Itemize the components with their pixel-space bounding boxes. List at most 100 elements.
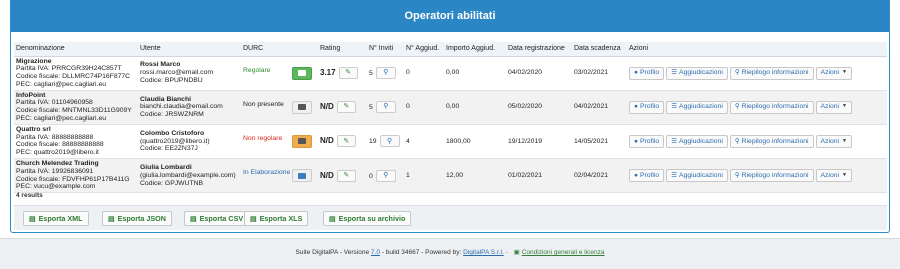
- azioni-label: Azioni: [820, 103, 840, 111]
- riepilogo-button[interactable]: ⚲ Riepilogo informazioni: [729, 66, 814, 80]
- profilo-button[interactable]: ● Profilo: [629, 169, 665, 183]
- durc-button[interactable]: [292, 66, 312, 80]
- export-json-label: Esporta JSON: [117, 214, 166, 223]
- azioni-dropdown[interactable]: Azioni ▼: [815, 100, 852, 114]
- data-registrazione-value: 01/02/2021: [506, 158, 572, 194]
- export-csv-button[interactable]: ▤ Esporta CSV: [184, 211, 250, 226]
- col-durc[interactable]: DURC: [241, 42, 318, 57]
- durc-cell: In Elaborazione: [241, 158, 318, 194]
- edit-rating-button[interactable]: ✎: [336, 135, 356, 148]
- rating-value: N/D: [320, 102, 334, 112]
- edit-rating-button[interactable]: ✎: [338, 67, 358, 80]
- col-data-registrazione[interactable]: Data registrazione: [506, 42, 572, 57]
- data-registrazione-value: 19/12/2019: [506, 124, 572, 160]
- edit-rating-button[interactable]: ✎: [336, 101, 356, 114]
- col-aggiud[interactable]: N° Aggiud.: [404, 42, 444, 57]
- azioni-dropdown[interactable]: Azioni ▼: [815, 169, 852, 183]
- user-icon: ●: [634, 171, 638, 179]
- operator-piva: Partita IVA: 01104960958: [16, 99, 93, 107]
- id-card-icon: [298, 70, 306, 77]
- edit-rating-button[interactable]: ✎: [336, 169, 356, 182]
- pencil-icon: ✎: [343, 137, 350, 145]
- footer: Suite DigitalPA - Versione 7.0 - build 3…: [0, 238, 900, 269]
- user-email: (quattro2019@libero.it): [140, 137, 210, 145]
- pencil-icon: ✎: [343, 103, 350, 111]
- riepilogo-label: Riepilogo informazioni: [741, 137, 809, 145]
- durc-button[interactable]: [292, 134, 312, 148]
- data-scadenza-value: 02/04/2021: [572, 158, 627, 194]
- data-scadenza-value: 03/02/2021: [572, 56, 627, 91]
- durc-cell: Non regolare: [241, 124, 318, 160]
- inviti-cell: 19 ⚲: [367, 124, 404, 160]
- view-inviti-button[interactable]: ⚲: [375, 67, 396, 80]
- operator-cell: Church Melendez Trading Partita IVA: 199…: [14, 158, 138, 194]
- version-link[interactable]: 7.0: [371, 249, 380, 256]
- col-utente[interactable]: Utente: [138, 42, 241, 57]
- pencil-icon: ✎: [345, 69, 352, 77]
- inviti-cell: 5 ⚲: [367, 56, 404, 91]
- user-icon: ●: [634, 137, 638, 145]
- durc-status: Non regolare: [243, 134, 283, 142]
- durc-button[interactable]: [292, 100, 312, 114]
- export-json-button[interactable]: ▤ Esporta JSON: [102, 211, 172, 226]
- riepilogo-button[interactable]: ⚲ Riepilogo informazioni: [729, 100, 814, 114]
- list-icon: ☰: [671, 137, 678, 145]
- aggiudicazioni-label: Aggiudicazioni: [679, 137, 723, 145]
- zoom-icon: ⚲: [734, 137, 740, 145]
- file-icon: ▤: [190, 215, 197, 223]
- inviti-cell: 5 ⚲: [367, 90, 404, 125]
- file-icon: ▤: [329, 215, 336, 223]
- aggiudicazioni-button[interactable]: ☰ Aggiudicazioni: [666, 66, 728, 80]
- table-row: Church Melendez Trading Partita IVA: 199…: [14, 158, 887, 194]
- rating-cell: N/D ✎: [318, 90, 367, 125]
- col-inviti[interactable]: N° Inviti: [367, 42, 404, 57]
- aggiudicazioni-button[interactable]: ☰ Aggiudicazioni: [666, 169, 728, 183]
- operator-cell: InfoPoint Partita IVA: 01104960958 Codic…: [14, 90, 138, 125]
- search-icon: ⚲: [383, 69, 389, 77]
- aggiudicazioni-button[interactable]: ☰ Aggiudicazioni: [666, 134, 728, 148]
- file-icon: ▤: [108, 215, 115, 223]
- operators-panel: Operatori abilitati Denominazione Utente…: [10, 0, 890, 233]
- table-row: Quattro srl Partita IVA: 88888888888 Cod…: [14, 124, 887, 160]
- export-xml-button[interactable]: ▤ Esporta XML: [23, 211, 89, 226]
- caret-down-icon: ▼: [842, 103, 847, 110]
- view-inviti-button[interactable]: ⚲: [375, 169, 396, 182]
- user-icon: ●: [634, 103, 638, 111]
- azioni-dropdown[interactable]: Azioni ▼: [815, 66, 852, 80]
- col-denominazione[interactable]: Denominazione: [14, 42, 138, 57]
- operator-cf: Codice fiscale: DLLMRC74P16F877C: [16, 73, 131, 81]
- col-rating[interactable]: Rating: [318, 42, 367, 57]
- durc-status: Regolare: [243, 66, 271, 74]
- export-bar: ▤ Esporta XML ▤ Esporta JSON ▤ Esporta CSV …: [14, 205, 887, 230]
- export-xls-button[interactable]: ▤ Esporta XLS: [244, 211, 309, 226]
- operator-pec: PEC: quattro2019@libero.it: [16, 149, 99, 157]
- export-archive-button[interactable]: ▤ Esporta su archivio: [323, 211, 412, 226]
- export-xml-label: Esporta XML: [38, 214, 83, 223]
- riepilogo-button[interactable]: ⚲ Riepilogo informazioni: [729, 134, 814, 148]
- profilo-button[interactable]: ● Profilo: [629, 100, 665, 114]
- user-code: Codice: BPUPNDBU: [140, 76, 203, 84]
- view-inviti-button[interactable]: ⚲: [375, 101, 396, 114]
- col-importo[interactable]: Importo Aggiud.: [444, 42, 506, 57]
- operator-piva: Partita IVA: 88888888888: [16, 133, 94, 141]
- operators-table: Denominazione Utente DURC Rating N° Invi…: [14, 42, 887, 194]
- profilo-button[interactable]: ● Profilo: [629, 134, 665, 148]
- aggiudicazioni-button[interactable]: ☰ Aggiudicazioni: [666, 100, 728, 114]
- riepilogo-button[interactable]: ⚲ Riepilogo informazioni: [729, 169, 814, 183]
- company-link[interactable]: DigitalPA S.r.l.: [463, 249, 504, 256]
- durc-cell: Regolare: [241, 56, 318, 91]
- durc-button[interactable]: [292, 169, 312, 183]
- user-cell: Giulia Lombardi (giulia.lombardi@example…: [138, 158, 241, 194]
- conditions-link[interactable]: Condizioni generali e licenza: [522, 249, 605, 256]
- aggiudicazioni-label: Aggiudicazioni: [679, 103, 723, 111]
- view-inviti-button[interactable]: ⚲: [379, 135, 400, 148]
- col-data-scadenza[interactable]: Data scadenza: [572, 42, 627, 57]
- profilo-label: Profilo: [639, 137, 660, 145]
- footer-prefix: Suite DigitalPA - Versione: [295, 249, 370, 256]
- user-name: Claudia Bianchi: [140, 95, 191, 103]
- export-xls-label: Esporta XLS: [259, 214, 303, 223]
- operator-name: InfoPoint: [16, 91, 46, 99]
- aggiud-value: 0: [404, 90, 444, 125]
- profilo-button[interactable]: ● Profilo: [629, 66, 665, 80]
- azioni-dropdown[interactable]: Azioni ▼: [815, 134, 852, 148]
